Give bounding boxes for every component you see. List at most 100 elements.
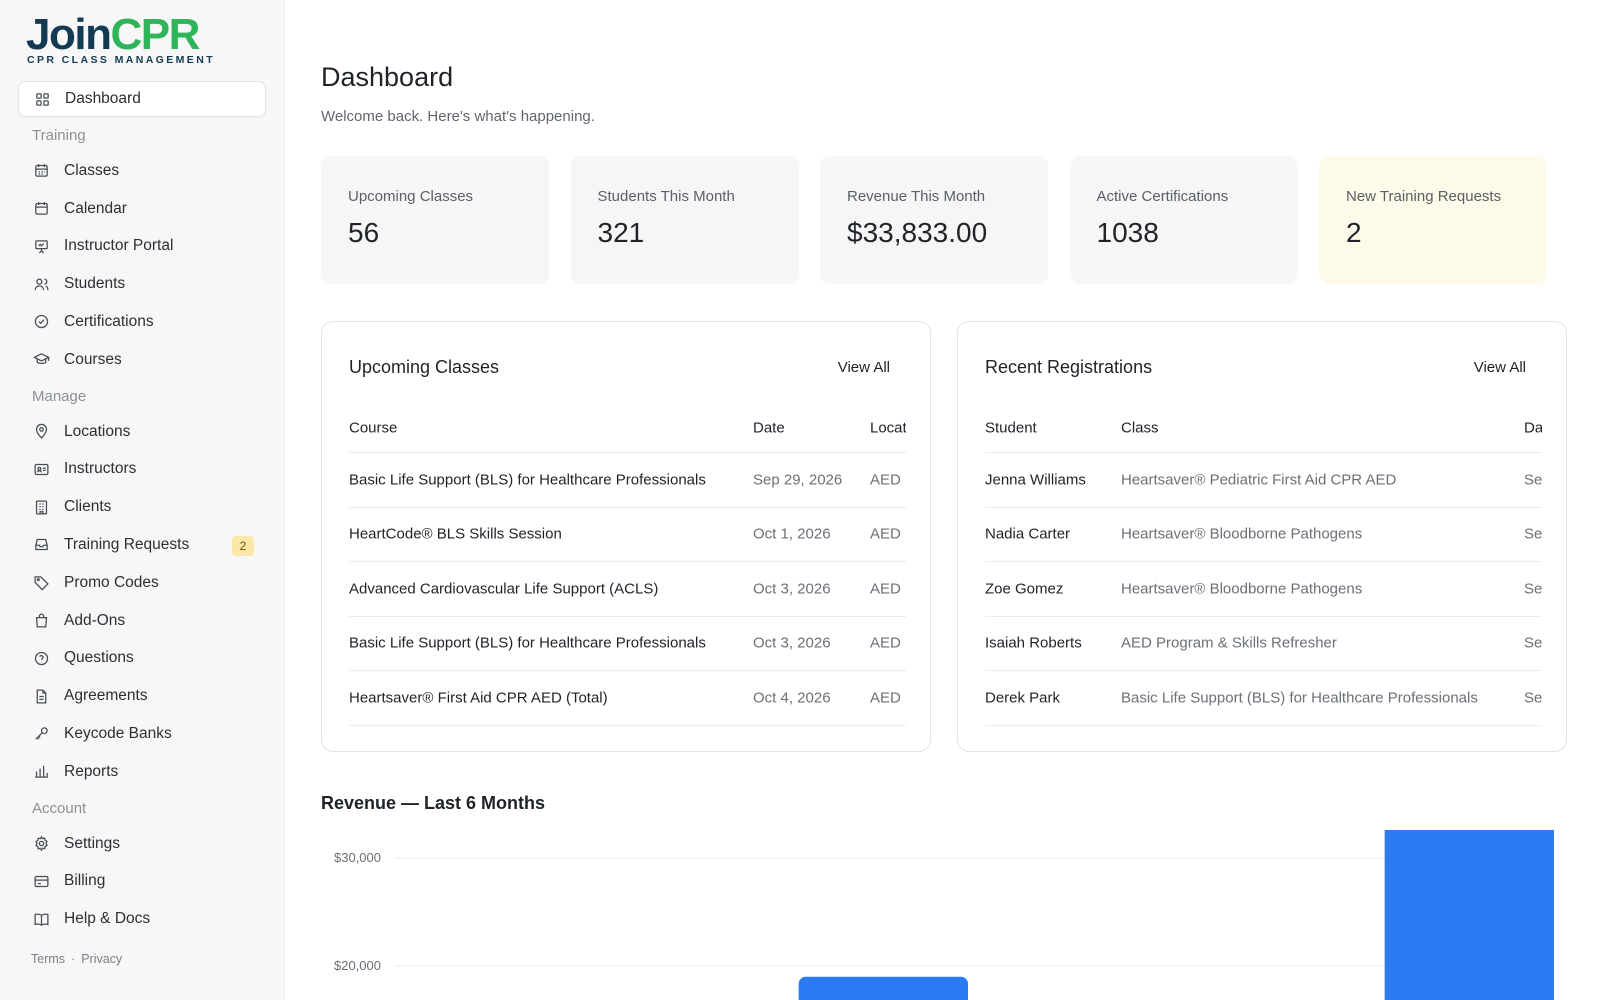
stats-row: Upcoming Classes 56 Students This Month 321…: [321, 156, 1567, 284]
logo-wordmark: JoinCPR: [26, 12, 215, 58]
stat-card-revenue-this-month[interactable]: Revenue This Month $33,833.00: [820, 156, 1048, 284]
sidebar-item-label: Billing: [64, 872, 106, 890]
recent-registrations-view-all-link[interactable]: View All: [1474, 359, 1526, 376]
table-cell-date: Sep: [1524, 580, 1542, 598]
upcoming-classes-view-all-link[interactable]: View All: [838, 359, 890, 376]
table-cell-date: Oct 1, 2026: [753, 525, 831, 543]
column-header-date[interactable]: Date: [1524, 420, 1542, 437]
sidebar-item-label: Calendar: [64, 199, 127, 217]
recent-registrations-title: Recent Registrations: [985, 357, 1153, 377]
stat-card-active-certifications[interactable]: Active Certifications 1038: [1069, 156, 1298, 284]
sidebar-item-add-ons[interactable]: Add-Ons: [18, 603, 266, 639]
sidebar-item-certifications[interactable]: Certifications: [18, 304, 266, 340]
sidebar-item-agreements[interactable]: Agreements: [18, 678, 266, 714]
stat-card-new-training-requests[interactable]: New Training Requests 2: [1319, 156, 1547, 284]
logo-join: Join: [26, 10, 112, 59]
upcoming-classes-table: Course Date Location Basic Life Support (BL…: [349, 404, 906, 726]
sidebar-item-instructor-portal[interactable]: Instructor Portal: [18, 228, 266, 264]
stat-value: $33,833.00: [847, 217, 988, 248]
table-row[interactable]: Basic Life Support (BLS) for Healthcare …: [349, 453, 906, 508]
sidebar-item-label: Settings: [64, 834, 121, 852]
sidebar-item-instructors[interactable]: Instructors: [18, 451, 266, 487]
sidebar-footer: Terms · Privacy: [31, 952, 122, 966]
sidebar-item-label: Dashboard: [65, 90, 141, 107]
table-cell-date: Sep: [1524, 525, 1542, 543]
sidebar-item-dashboard[interactable]: Dashboard: [18, 81, 266, 117]
table-cell-date: Oct 3, 2026: [753, 634, 831, 652]
table-cell-student: Jenna Williams: [985, 471, 1086, 489]
sidebar-item-promo-codes[interactable]: Promo Codes: [18, 565, 266, 601]
sidebar-item-questions[interactable]: Questions: [18, 640, 266, 676]
table-cell-date: Sep: [1524, 471, 1542, 489]
upcoming-classes-card: Upcoming Classes View All Course Date Loca…: [321, 321, 931, 752]
sidebar-item-label: Questions: [64, 649, 134, 667]
sidebar-item-label: Add-Ons: [64, 611, 126, 629]
table-cell-date: Sep 29, 2026: [753, 471, 843, 489]
page-subtitle: Welcome back. Here's what's happening.: [321, 108, 595, 125]
column-header-student[interactable]: Student: [985, 420, 1037, 437]
calendar-icon: [32, 200, 50, 218]
logo[interactable]: JoinCPR CPR CLASS MANAGEMENT: [26, 12, 215, 67]
sidebar-item-reports[interactable]: Reports: [18, 754, 266, 790]
revenue-bar[interactable]: [1384, 830, 1554, 1000]
y-tick-label: $30,000: [334, 850, 381, 865]
sidebar-item-label: Promo Codes: [64, 573, 159, 591]
column-header-class[interactable]: Class: [1121, 420, 1159, 437]
sidebar-item-settings[interactable]: Settings: [18, 826, 266, 862]
sidebar-item-calendar[interactable]: Calendar: [18, 191, 266, 227]
column-header-date[interactable]: Date: [753, 420, 785, 437]
table-cell-date: Sep: [1524, 634, 1542, 652]
table-cell-student: Isaiah Roberts: [985, 634, 1082, 652]
sidebar-item-label: Clients: [64, 498, 112, 516]
map-pin-icon: [32, 423, 50, 441]
credit-card-icon: [32, 872, 50, 890]
training-requests-badge: 2: [232, 535, 254, 556]
table-cell-date: Sep: [1524, 689, 1542, 707]
sidebar-item-label: Classes: [64, 161, 120, 179]
footer-separator: ·: [71, 952, 76, 966]
sidebar-item-locations[interactable]: Locations: [18, 414, 266, 450]
help-circle-icon: [32, 649, 50, 667]
stat-card-upcoming-classes[interactable]: Upcoming Classes 56: [321, 156, 549, 284]
table-header-row: Student Class Date: [985, 404, 1542, 453]
table-row[interactable]: Zoe Gomez Heartsaver® Bloodborne Pathogen…: [985, 562, 1542, 617]
table-row[interactable]: Isaiah Roberts AED Program & Skills Refre…: [985, 617, 1542, 671]
sidebar-item-keycode-banks[interactable]: Keycode Banks: [18, 716, 266, 752]
revenue-bar[interactable]: [798, 976, 968, 1000]
table-cell-course: Basic Life Support (BLS) for Healthcare …: [349, 634, 706, 652]
column-header-location[interactable]: Location: [870, 420, 906, 437]
sidebar-item-classes[interactable]: Classes: [18, 153, 266, 189]
column-header-course[interactable]: Course: [349, 420, 397, 437]
sidebar-item-label: Keycode Banks: [64, 724, 172, 742]
bar-chart-icon: [32, 763, 50, 781]
table-cell-date: Oct 4, 2026: [753, 689, 831, 707]
sidebar-item-label: Courses: [64, 350, 122, 368]
tag-icon: [32, 574, 50, 592]
table-cell-course: HeartCode® BLS Skills Session: [349, 525, 562, 543]
table-row[interactable]: Basic Life Support (BLS) for Healthcare …: [349, 617, 906, 671]
grid-icon: [33, 90, 51, 108]
table-row[interactable]: Nadia Carter Heartsaver® Bloodborne Patho…: [985, 508, 1542, 562]
sidebar-item-students[interactable]: Students: [18, 266, 266, 302]
sidebar-item-courses[interactable]: Courses: [18, 342, 266, 378]
table-row[interactable]: Heartsaver® First Aid CPR AED (Total) Oct…: [349, 671, 906, 726]
stat-value: 56: [348, 217, 380, 248]
privacy-link[interactable]: Privacy: [81, 952, 122, 966]
sidebar-section-account: Account: [32, 800, 87, 818]
table-row[interactable]: Derek Park Basic Life Support (BLS) for H…: [985, 671, 1542, 726]
key-icon: [32, 725, 50, 743]
stat-label: Students This Month: [597, 188, 735, 205]
sidebar-item-clients[interactable]: Clients: [18, 489, 266, 525]
sidebar-item-training-requests[interactable]: Training Requests 2: [18, 527, 266, 563]
sidebar-item-help-docs[interactable]: Help & Docs: [18, 901, 266, 937]
stat-card-students-this-month[interactable]: Students This Month 321: [570, 156, 799, 284]
presentation-icon: [32, 237, 50, 255]
sidebar: JoinCPR CPR CLASS MANAGEMENT Dashboard Tr…: [0, 0, 285, 1000]
table-cell-class: Basic Life Support (BLS) for Healthcare …: [1121, 689, 1478, 707]
stat-value: 1038: [1096, 217, 1159, 248]
table-row[interactable]: Advanced Cardiovascular Life Support (AC…: [349, 562, 906, 617]
table-row[interactable]: Jenna Williams Heartsaver® Pediatric Firs…: [985, 453, 1542, 508]
table-row[interactable]: HeartCode® BLS Skills Session Oct 1, 2026…: [349, 508, 906, 562]
sidebar-item-billing[interactable]: Billing: [18, 863, 266, 899]
terms-link[interactable]: Terms: [31, 952, 65, 966]
